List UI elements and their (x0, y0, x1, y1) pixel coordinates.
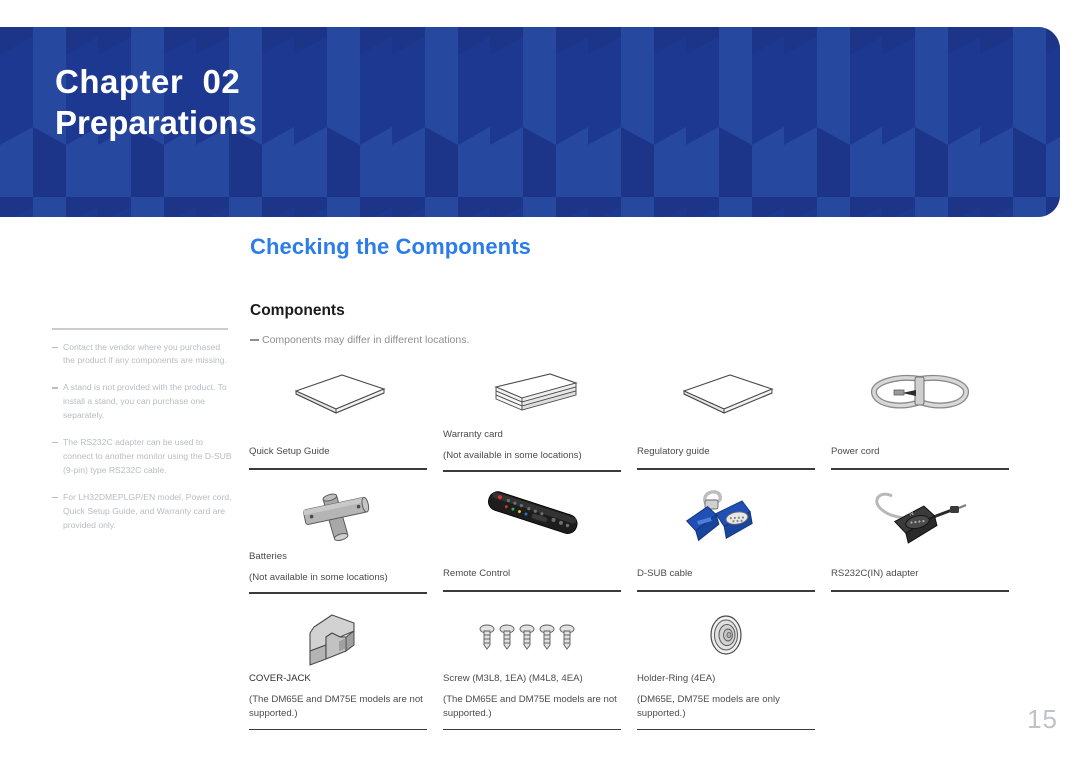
sidebar-divider (52, 328, 228, 330)
chapter-heading: Chapter 02 Preparations (55, 63, 257, 143)
note-dash-icon (52, 442, 58, 444)
component-label: RS232C(IN) adapter (831, 568, 919, 580)
sidebar-note-text: Contact the vendor where you purchased t… (63, 341, 227, 366)
book-flat-icon (249, 362, 427, 424)
component-item-remote-control: Remote Control (443, 484, 621, 594)
components-note: Components may differ in different locat… (250, 334, 469, 346)
note-dash-icon (250, 339, 259, 341)
component-label: COVER-JACK (249, 672, 311, 684)
sidebar-note-text: A stand is not provided with the product… (63, 382, 227, 421)
components-note-text: Components may differ in different locat… (262, 334, 470, 346)
component-label: D-SUB cable (637, 568, 693, 580)
components-row: Batteries (Not available in some locatio… (249, 484, 1039, 594)
note-dash-icon (52, 387, 58, 389)
component-divider (831, 468, 1009, 470)
booklet-stack-icon (443, 362, 621, 424)
batteries-icon (249, 484, 427, 546)
note-dash-icon (52, 346, 58, 348)
components-grid: Quick Setup Guide Warranty card (Not ava… (249, 362, 1039, 731)
power-cord-icon (831, 362, 1009, 424)
component-sublabel: (The DM65E and DM75E models are not supp… (443, 693, 617, 720)
component-divider (637, 468, 815, 470)
sidebar-notes: Contact the vendor where you purchased t… (52, 328, 232, 546)
chapter-label: Chapter 02 (55, 63, 241, 100)
component-label: Holder-Ring (4EA) (637, 672, 716, 684)
component-label: Screw (M3L8, 1EA) (M4L8, 4EA) (443, 672, 583, 684)
chapter-banner: Chapter 02 Preparations (0, 27, 1060, 217)
component-label: Regulatory guide (637, 446, 710, 458)
component-item-quick-setup-guide: Quick Setup Guide (249, 362, 427, 472)
component-divider (249, 728, 427, 731)
note-dash-icon (52, 496, 58, 499)
sidebar-note-text: The RS232C adapter can be used to connec… (63, 437, 232, 475)
component-divider (443, 728, 621, 731)
rs232c-adapter-icon: N (831, 484, 1009, 546)
component-divider (443, 590, 621, 592)
component-item-holder-ring: Holder-Ring (4EA) (DM65E, DM75E models a… (637, 606, 815, 731)
component-item-rs232c-adapter: N RS232C(IN) adapter (831, 484, 1009, 594)
page-number: 15 (1027, 704, 1058, 734)
component-item-cover-jack: COVER-JACK (The DM65E and DM75E models a… (249, 606, 427, 731)
sidebar-note: The RS232C adapter can be used to connec… (52, 436, 232, 478)
sidebar-note: For LH32DMEPLGP/EN model, Power cord, Qu… (52, 491, 232, 533)
sidebar-note: Contact the vendor where you purchased t… (52, 341, 232, 369)
cover-jack-icon (249, 606, 427, 668)
component-item-dsub-cable: D-SUB cable (637, 484, 815, 594)
component-label: Warranty card (443, 429, 503, 440)
component-item-warranty-card: Warranty card (Not available in some loc… (443, 362, 621, 472)
component-divider (443, 470, 621, 472)
page-title: Checking the Components (250, 234, 531, 259)
holder-ring-icon (637, 606, 815, 668)
dsub-cable-icon (637, 484, 815, 546)
remote-control-icon (443, 484, 621, 546)
component-item-empty (831, 606, 1009, 730)
component-divider (637, 590, 815, 592)
component-item-regulatory-guide: Regulatory guide (637, 362, 815, 472)
sidebar-note: A stand is not provided with the product… (52, 381, 232, 423)
component-label: Power cord (831, 446, 880, 458)
component-sublabel: (Not available in some locations) (249, 571, 388, 583)
component-divider (249, 592, 427, 594)
components-row: COVER-JACK (The DM65E and DM75E models a… (249, 606, 1039, 731)
component-divider (831, 590, 1009, 592)
component-item-power-cord: Power cord (831, 362, 1009, 472)
book-flat-icon (637, 362, 815, 424)
screws-icon (443, 606, 621, 668)
chapter-title: Preparations (55, 103, 257, 141)
component-label: Remote Control (443, 568, 511, 580)
component-divider (637, 728, 815, 731)
components-row: Quick Setup Guide Warranty card (Not ava… (249, 362, 1039, 472)
component-divider (249, 468, 427, 470)
component-item-batteries: Batteries (Not available in some locatio… (249, 484, 427, 594)
component-sublabel: (The DM65E and DM75E models are not supp… (249, 693, 423, 720)
component-sublabel: (DM65E, DM75E models are only supported.… (637, 693, 780, 720)
component-item-screws: Screw (M3L8, 1EA) (M4L8, 4EA) (The DM65E… (443, 606, 621, 731)
component-label: Batteries (249, 550, 287, 562)
sidebar-note-text: For LH32DMEPLGP/EN model, Power cord, Qu… (63, 491, 232, 530)
component-label: Quick Setup Guide (249, 446, 330, 458)
sub-heading: Components (250, 302, 345, 319)
component-sublabel: (Not available in some locations) (443, 450, 582, 461)
